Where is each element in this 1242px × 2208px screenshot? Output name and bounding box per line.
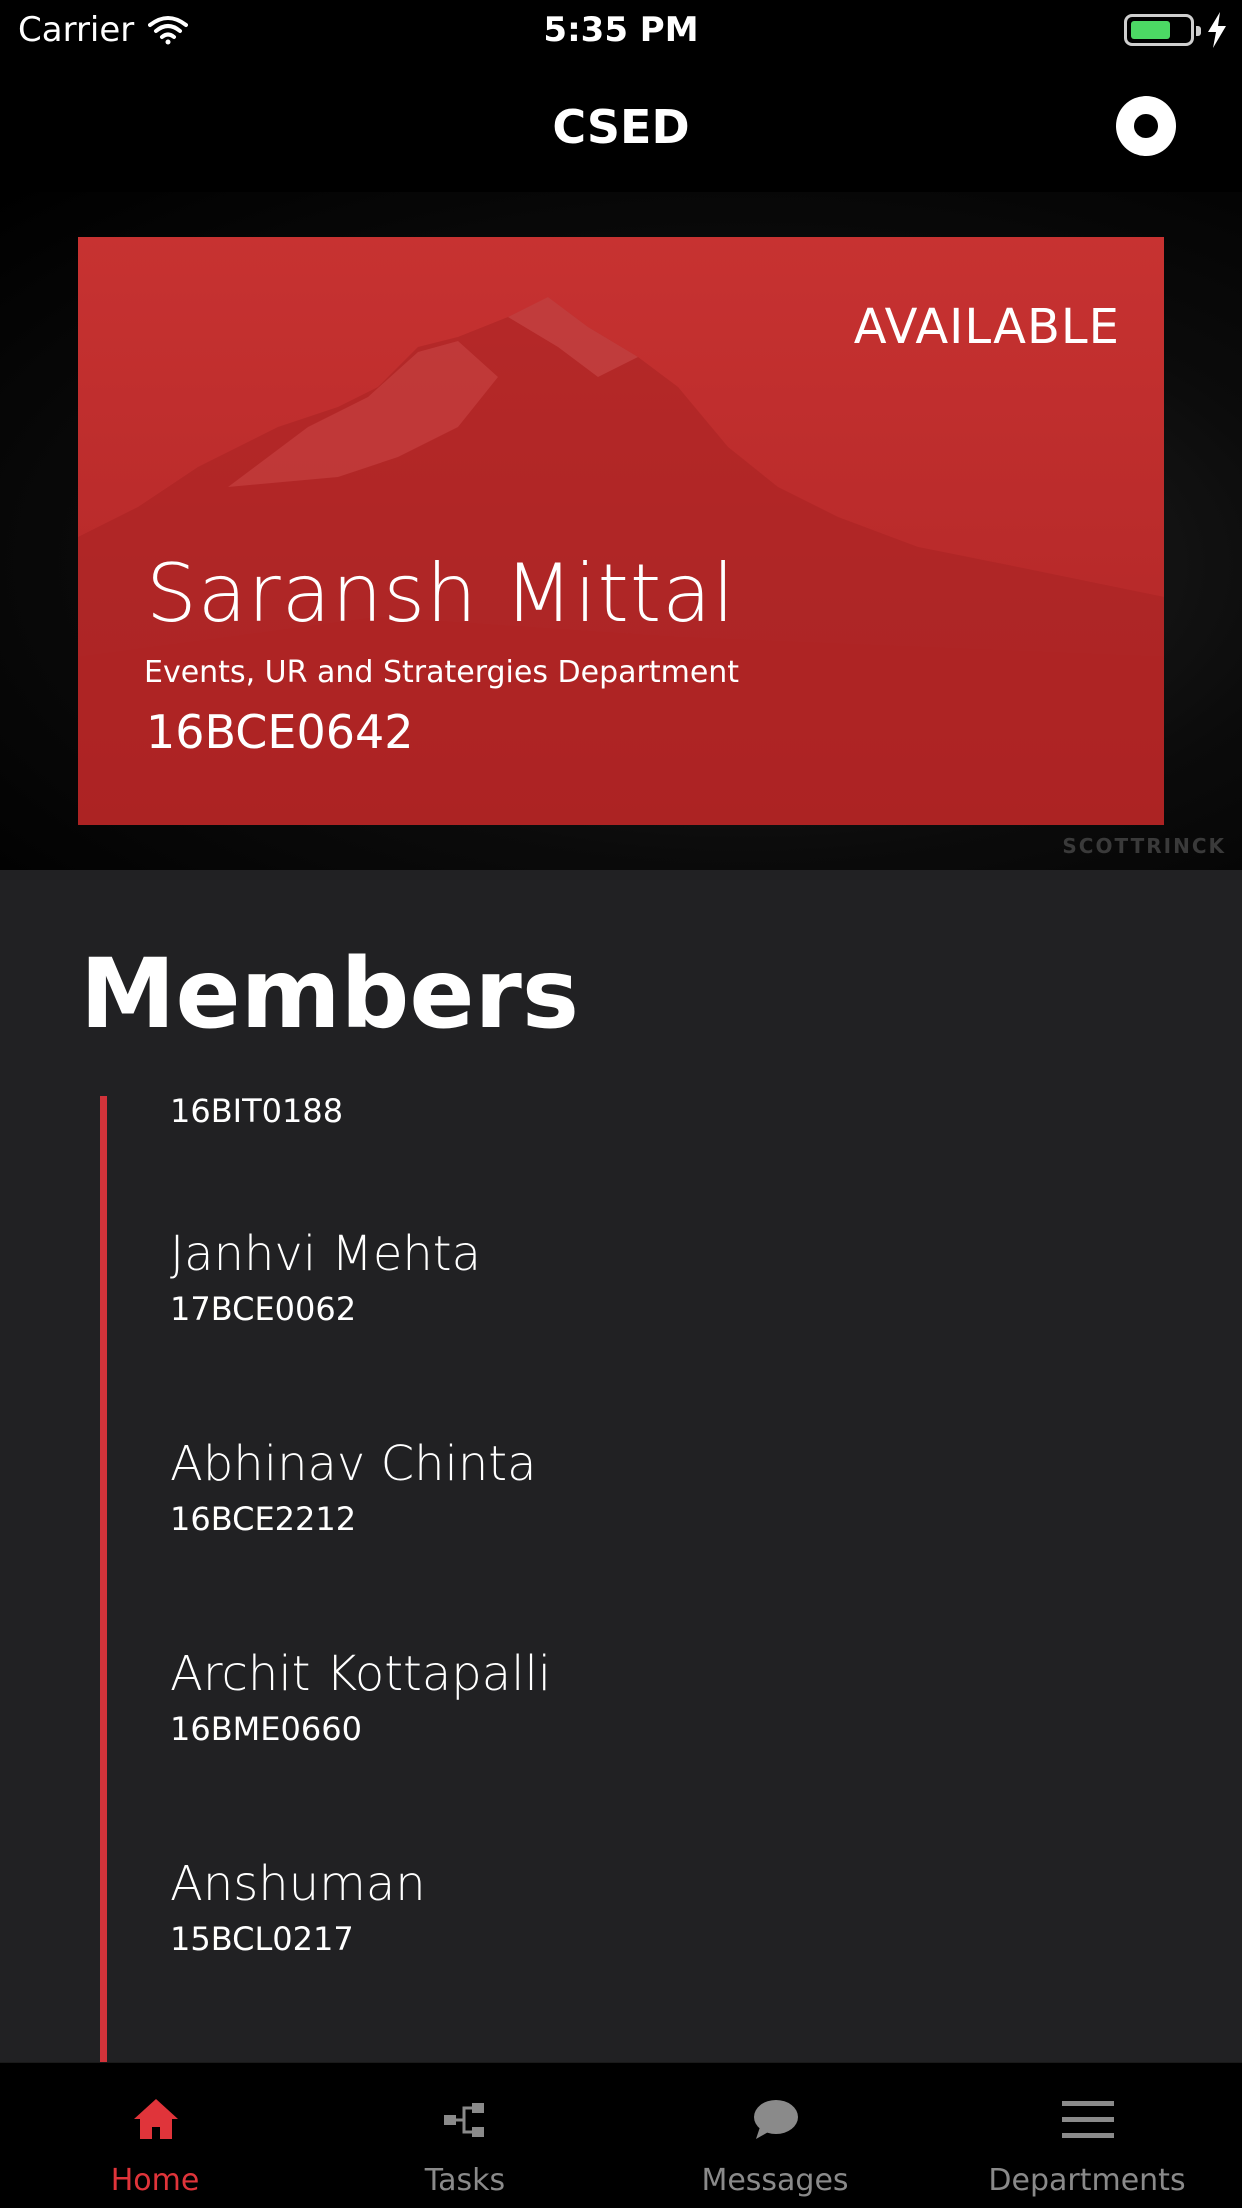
list-item[interactable]: Janhvi Mehta 17BCE0062: [170, 1226, 481, 1328]
profile-department: Events, UR and Stratergies Department: [144, 655, 740, 690]
list-item[interactable]: Abhinav Chinta 16BCE2212: [170, 1436, 537, 1538]
profile-card[interactable]: AVAILABLE Saransh Mittal Events, UR and …: [78, 237, 1164, 825]
tab-label: Departments: [988, 2163, 1186, 2198]
list-item[interactable]: Anshuman 15BCL0217: [170, 1856, 426, 1958]
profile-id: 16BCE0642: [146, 705, 414, 759]
member-name: Abhinav Chinta: [170, 1436, 537, 1492]
status-toggle-button[interactable]: [1116, 96, 1176, 156]
member-id: 17BCE0062: [170, 1290, 357, 1328]
availability-status: AVAILABLE: [853, 299, 1120, 355]
tab-label: Messages: [701, 2163, 849, 2198]
battery-icon: [1124, 14, 1201, 46]
charging-icon: [1208, 12, 1226, 48]
list-item[interactable]: Archit Kottapalli 16BME0660: [170, 1646, 551, 1748]
list-item[interactable]: 16BIT0188: [170, 1084, 343, 1130]
status-bar: Carrier 5:35 PM: [0, 0, 1242, 62]
member-id: 15BCL0217: [170, 1920, 354, 1958]
record-icon: [1134, 114, 1158, 138]
member-name: Anshuman: [170, 1856, 426, 1912]
tab-label: Home: [110, 2163, 200, 2198]
tab-home[interactable]: Home: [0, 2063, 310, 2208]
status-time: 5:35 PM: [543, 10, 699, 50]
tasks-icon: [444, 2103, 484, 2137]
member-id: 16BIT0188: [170, 1092, 344, 1130]
profile-name: Saransh Mittal: [146, 547, 736, 640]
member-id: 16BCE2212: [170, 1500, 357, 1538]
nav-title: CSED: [552, 100, 690, 154]
members-heading: Members: [80, 938, 579, 1050]
timeline-line: [100, 1096, 107, 2062]
battery-tip: [1196, 26, 1201, 36]
members-section: Members 16BIT0188 Janhvi Mehta 17BCE0062…: [0, 870, 1242, 2062]
member-name: Archit Kottapalli: [170, 1646, 552, 1702]
navigation-bar: CSED: [0, 62, 1242, 192]
tab-messages[interactable]: Messages: [620, 2063, 930, 2208]
tab-tasks[interactable]: Tasks: [310, 2063, 620, 2208]
member-id: 16BME0660: [170, 1710, 362, 1748]
photo-watermark: SCOTTRINCK: [1062, 834, 1226, 858]
member-name: Janhvi Mehta: [170, 1226, 482, 1282]
tab-label: Tasks: [424, 2163, 506, 2198]
battery-fill: [1131, 21, 1171, 39]
home-icon: [134, 2099, 178, 2139]
profile-header: AVAILABLE Saransh Mittal Events, UR and …: [0, 192, 1242, 870]
departments-icon: [1062, 2101, 1114, 2138]
tab-bar: Home Tasks Messages Departments: [0, 2062, 1242, 2208]
tab-departments[interactable]: Departments: [932, 2063, 1242, 2208]
messages-icon: [754, 2100, 798, 2139]
